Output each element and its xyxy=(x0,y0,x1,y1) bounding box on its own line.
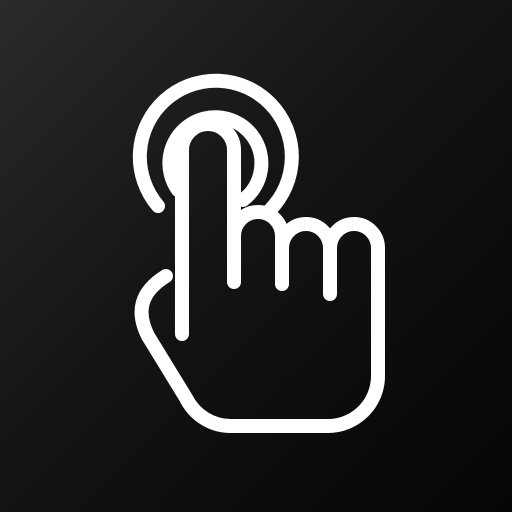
tap-outer-ring xyxy=(132,73,299,217)
tap-gesture-icon xyxy=(132,73,385,433)
app-icon[interactable] xyxy=(0,0,512,512)
